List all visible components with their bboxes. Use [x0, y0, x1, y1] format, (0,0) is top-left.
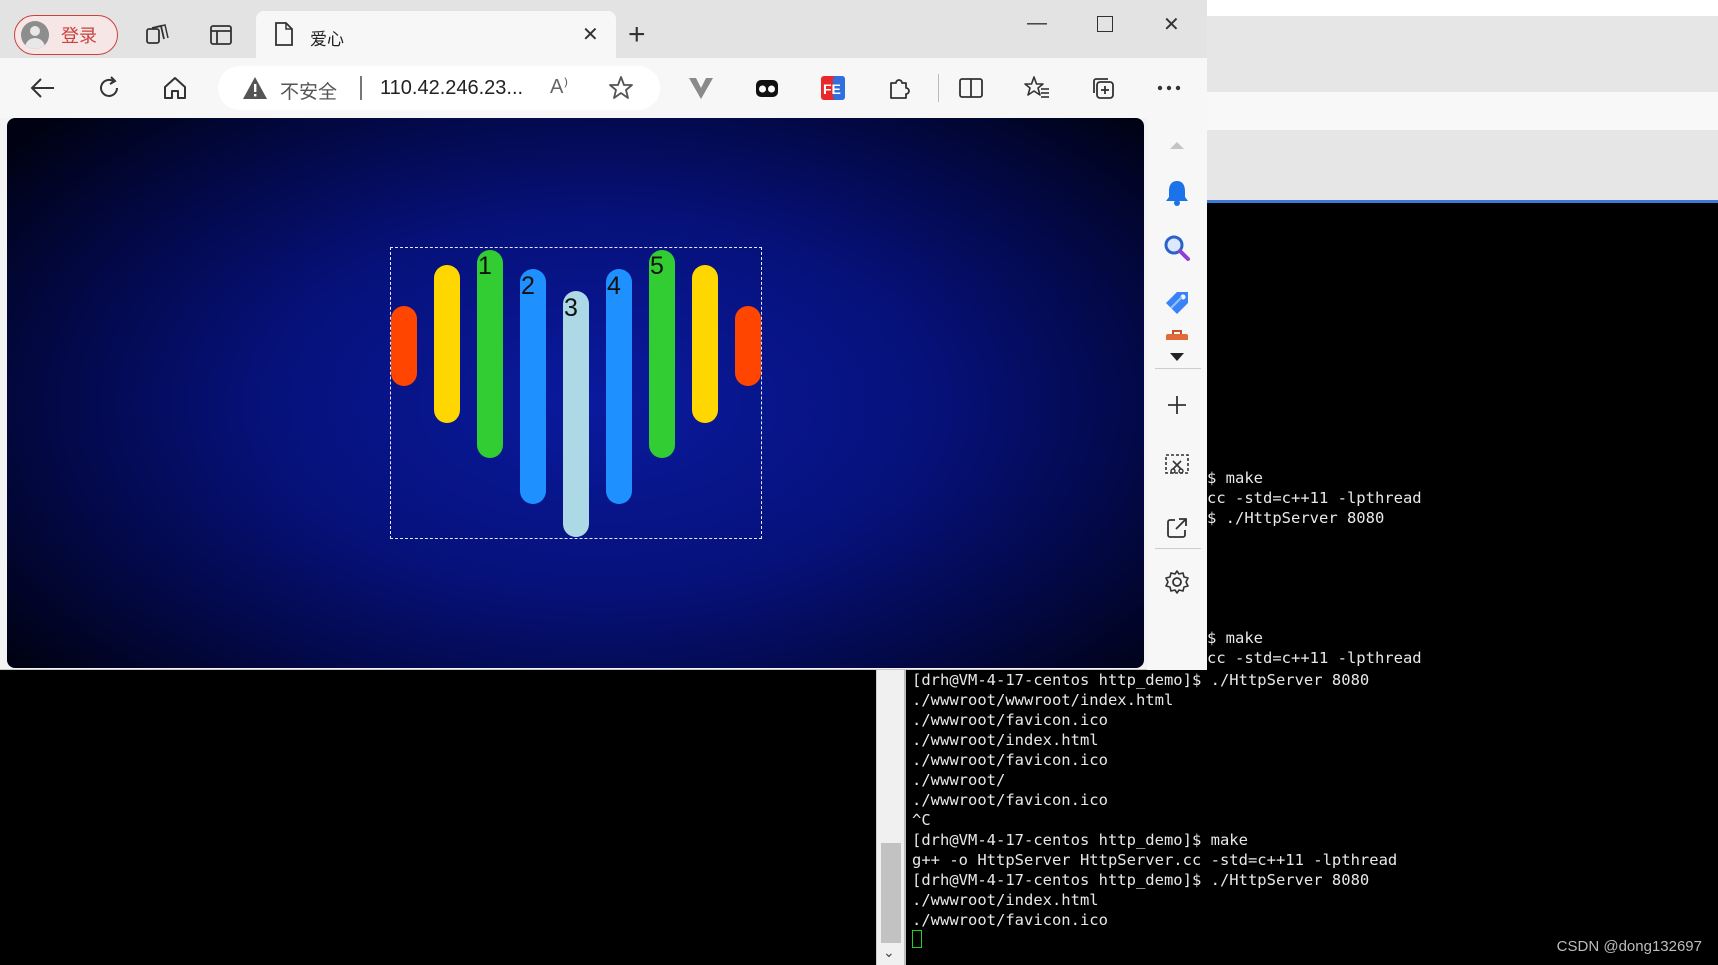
heart-bar-5 [563, 291, 589, 537]
terminal-line: ^C [912, 811, 931, 829]
page-icon [274, 22, 294, 51]
favorite-star-icon[interactable] [604, 71, 638, 105]
terminal-line: cc -std=c++11 -lpthread [1207, 649, 1422, 667]
open-external-icon[interactable] [1160, 511, 1194, 545]
scroll-down-icon[interactable]: ⌄ [883, 945, 895, 961]
pane-divider[interactable] [904, 668, 906, 965]
bar-label-2: 2 [521, 272, 535, 300]
terminal-line: $ ./HttpServer 8080 [1207, 509, 1385, 527]
terminal-line: ./wwwroot/favicon.ico [912, 791, 1108, 809]
heart-bar-3 [477, 250, 503, 458]
heart-bar-2 [434, 265, 460, 423]
maximize-icon[interactable] [1097, 16, 1113, 32]
terminal-line: ./wwwroot/index.html [912, 891, 1099, 909]
terminal-line: [drh@VM-4-17-centos http_demo]$ ./HttpSe… [912, 871, 1370, 889]
close-window-icon[interactable]: ✕ [1163, 12, 1180, 37]
terminal-cursor [912, 930, 922, 948]
back-icon[interactable] [26, 71, 60, 105]
search-icon[interactable] [1160, 231, 1194, 265]
bar-label-5: 5 [650, 252, 664, 280]
edge-sidebar [1147, 118, 1207, 670]
sidebar-divider [1155, 548, 1201, 549]
avatar-icon [21, 21, 49, 49]
terminal-line: ./wwwroot/index.html [912, 731, 1099, 749]
minimize-icon[interactable]: — [1027, 12, 1047, 35]
terminal-line: $ make [1207, 629, 1263, 647]
vertical-tabs-icon[interactable] [204, 18, 238, 52]
terminal-line: ./wwwroot/ [912, 771, 1006, 789]
settings-icon[interactable] [1160, 565, 1194, 599]
terminal-line: ./wwwroot/favicon.ico [912, 911, 1108, 929]
bell-icon[interactable] [1160, 176, 1194, 210]
background-window-bar [1207, 92, 1718, 130]
address-separator [360, 76, 362, 100]
briefcase-icon[interactable] [1160, 326, 1194, 340]
terminal-line: cc -std=c++11 -lpthread [1207, 489, 1422, 507]
home-icon[interactable] [158, 71, 192, 105]
terminal-scrollbar[interactable]: ⌄ [876, 668, 904, 965]
tab-close-icon[interactable]: ✕ [582, 22, 599, 47]
login-button[interactable]: 登录 [14, 15, 118, 55]
login-label: 登录 [61, 26, 97, 46]
scrollbar-thumb[interactable] [881, 843, 901, 943]
background-window-header [1207, 16, 1718, 92]
heart-container: 1 2 3 4 5 [390, 247, 762, 539]
heart-bar-6 [606, 269, 632, 504]
screenshot-icon[interactable] [1160, 448, 1194, 482]
bar-label-4: 4 [607, 272, 621, 300]
extension-v-icon[interactable] [684, 71, 718, 105]
background-window-toolbar [1207, 130, 1718, 200]
terminal-output: [drh@VM-4-17-centos http_demo]$ ./HttpSe… [912, 668, 1712, 965]
background-window-accent-line [1207, 200, 1718, 203]
heart-bar-8 [692, 265, 718, 423]
plus-icon[interactable] [1160, 388, 1194, 422]
url-text[interactable]: 110.42.246.23... [380, 77, 523, 100]
terminal-line: ./wwwroot/wwwroot/index.html [912, 691, 1174, 709]
heart-bar-1 [391, 306, 417, 386]
tab-title: 爱心 [310, 30, 344, 49]
extension-fe-icon[interactable]: FE [816, 71, 850, 105]
svg-text:FE: FE [823, 81, 841, 97]
refresh-icon[interactable] [92, 71, 126, 105]
more-menu-icon[interactable] [1152, 71, 1186, 105]
heart-bar-9 [735, 306, 761, 386]
heart-bar-7 [649, 250, 675, 458]
terminal-line: [drh@VM-4-17-centos http_demo]$ make [912, 831, 1248, 849]
bar-label-3: 3 [564, 294, 578, 322]
sidebar-scroll-up-icon[interactable] [1160, 128, 1194, 162]
split-screen-icon[interactable] [954, 71, 988, 105]
extensions-puzzle-icon[interactable] [882, 71, 916, 105]
workspaces-icon[interactable] [140, 18, 174, 52]
favorites-icon[interactable] [1020, 71, 1054, 105]
terminal-line: ./wwwroot/favicon.ico [912, 711, 1108, 729]
background-window-strip [1207, 0, 1718, 16]
watermark: CSDN @dong132697 [1556, 938, 1702, 955]
terminal-line: $ make [1207, 469, 1263, 487]
page-viewport: 1 2 3 4 5 [7, 118, 1144, 668]
new-tab-icon[interactable]: + [628, 18, 646, 52]
warning-icon[interactable] [242, 76, 268, 105]
bar-label-1: 1 [478, 252, 492, 280]
toolbar-separator [938, 74, 939, 102]
heart-bar-4 [520, 269, 546, 504]
security-label[interactable]: 不安全 [280, 77, 337, 104]
terminal-line: [drh@VM-4-17-centos http_demo]$ ./HttpSe… [912, 671, 1370, 689]
terminal-peek-output: $ make cc -std=c++11 -lpthread $ ./HttpS… [1207, 468, 1707, 668]
terminal-line: ./wwwroot/favicon.ico [912, 751, 1108, 769]
extension-mask-icon[interactable] [750, 71, 784, 105]
tag-icon[interactable] [1160, 286, 1194, 320]
terminal-line: g++ -o HttpServer HttpServer.cc -std=c++… [912, 851, 1398, 869]
collections-icon[interactable] [1086, 71, 1120, 105]
sidebar-divider [1155, 368, 1201, 369]
read-aloud-icon[interactable]: A⁾ [550, 74, 568, 99]
